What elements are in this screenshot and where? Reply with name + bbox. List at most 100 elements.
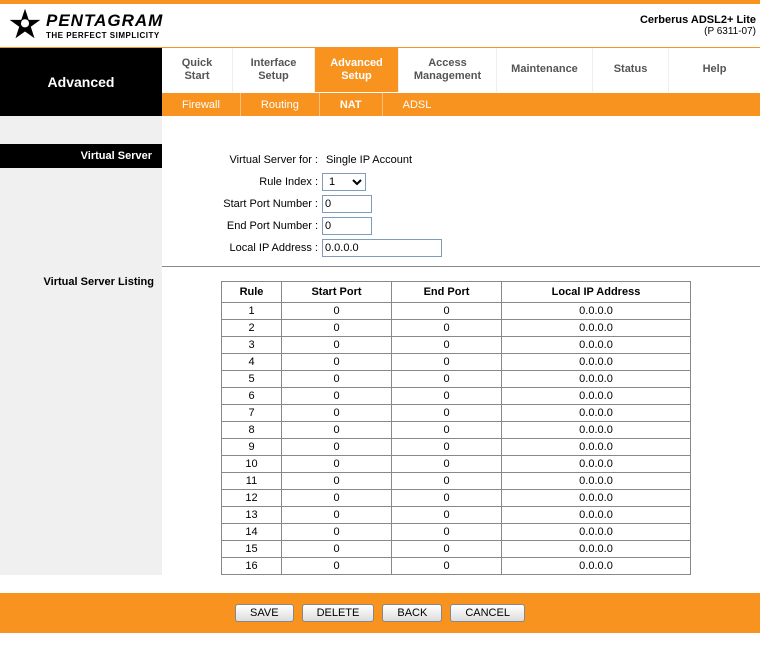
table-row: 8000.0.0.0 xyxy=(222,422,691,439)
device-info: Cerberus ADSL2+ Lite (P 6311-07) xyxy=(640,14,756,37)
tab-interface-setup[interactable]: InterfaceSetup xyxy=(232,48,314,92)
cell-start: 0 xyxy=(282,337,392,354)
end-port-label: End Port Number : xyxy=(182,220,322,232)
listing-heading: Virtual Server Listing xyxy=(0,272,162,292)
cell-rule: 7 xyxy=(222,405,282,422)
table-row: 7000.0.0.0 xyxy=(222,405,691,422)
end-port-input[interactable] xyxy=(322,217,372,235)
divider xyxy=(162,266,760,267)
cell-end: 0 xyxy=(392,541,502,558)
cell-ip: 0.0.0.0 xyxy=(502,490,691,507)
cell-end: 0 xyxy=(392,371,502,388)
device-name: Cerberus ADSL2+ Lite xyxy=(640,14,756,26)
local-ip-label: Local IP Address : xyxy=(182,242,322,254)
cell-start: 0 xyxy=(282,422,392,439)
tab-status[interactable]: Status xyxy=(592,48,668,92)
table-row: 4000.0.0.0 xyxy=(222,354,691,371)
cell-end: 0 xyxy=(392,303,502,320)
cell-end: 0 xyxy=(392,473,502,490)
cell-rule: 3 xyxy=(222,337,282,354)
main-tabs: QuickStart InterfaceSetup AdvancedSetup … xyxy=(162,48,760,92)
cell-rule: 6 xyxy=(222,388,282,405)
cell-start: 0 xyxy=(282,405,392,422)
cell-end: 0 xyxy=(392,388,502,405)
subtab-routing[interactable]: Routing xyxy=(241,93,320,117)
cell-end: 0 xyxy=(392,507,502,524)
cell-start: 0 xyxy=(282,473,392,490)
cell-end: 0 xyxy=(392,320,502,337)
cancel-button[interactable]: CANCEL xyxy=(450,604,525,622)
header-bar: PENTAGRAM THE PERFECT SIMPLICITY Cerberu… xyxy=(0,0,760,48)
delete-button[interactable]: DELETE xyxy=(302,604,375,622)
cell-ip: 0.0.0.0 xyxy=(502,388,691,405)
cell-ip: 0.0.0.0 xyxy=(502,354,691,371)
cell-rule: 8 xyxy=(222,422,282,439)
cell-ip: 0.0.0.0 xyxy=(502,558,691,575)
cell-rule: 15 xyxy=(222,541,282,558)
table-row: 15000.0.0.0 xyxy=(222,541,691,558)
sub-tabs: Firewall Routing NAT ADSL xyxy=(162,92,760,116)
table-row: 13000.0.0.0 xyxy=(222,507,691,524)
cell-start: 0 xyxy=(282,456,392,473)
section-heading: Virtual Server xyxy=(0,144,162,168)
brand-tagline: THE PERFECT SIMPLICITY xyxy=(46,31,163,40)
cell-start: 0 xyxy=(282,541,392,558)
cell-end: 0 xyxy=(392,439,502,456)
col-start-port: Start Port xyxy=(282,282,392,303)
cell-ip: 0.0.0.0 xyxy=(502,422,691,439)
cell-ip: 0.0.0.0 xyxy=(502,473,691,490)
cell-rule: 9 xyxy=(222,439,282,456)
logo-icon xyxy=(8,7,42,44)
cell-start: 0 xyxy=(282,524,392,541)
cell-start: 0 xyxy=(282,558,392,575)
brand: PENTAGRAM THE PERFECT SIMPLICITY xyxy=(8,7,163,44)
rule-index-select[interactable]: 1 xyxy=(322,173,366,191)
start-port-input[interactable] xyxy=(322,195,372,213)
brand-name: PENTAGRAM xyxy=(46,11,163,31)
subtab-nat[interactable]: NAT xyxy=(320,93,383,117)
cell-ip: 0.0.0.0 xyxy=(502,524,691,541)
cell-rule: 16 xyxy=(222,558,282,575)
subtab-adsl[interactable]: ADSL xyxy=(383,93,452,117)
cell-end: 0 xyxy=(392,422,502,439)
table-row: 14000.0.0.0 xyxy=(222,524,691,541)
device-model: (P 6311-07) xyxy=(640,26,756,37)
cell-ip: 0.0.0.0 xyxy=(502,405,691,422)
cell-start: 0 xyxy=(282,371,392,388)
cell-ip: 0.0.0.0 xyxy=(502,541,691,558)
virtual-server-table: Rule Start Port End Port Local IP Addres… xyxy=(221,281,691,575)
cell-start: 0 xyxy=(282,507,392,524)
cell-end: 0 xyxy=(392,558,502,575)
cell-ip: 0.0.0.0 xyxy=(502,439,691,456)
table-header-row: Rule Start Port End Port Local IP Addres… xyxy=(222,282,691,303)
table-row: 5000.0.0.0 xyxy=(222,371,691,388)
save-button[interactable]: SAVE xyxy=(235,604,294,622)
tab-access-management[interactable]: AccessManagement xyxy=(398,48,496,92)
tab-maintenance[interactable]: Maintenance xyxy=(496,48,592,92)
table-row: 9000.0.0.0 xyxy=(222,439,691,456)
table-row: 1000.0.0.0 xyxy=(222,303,691,320)
cell-rule: 11 xyxy=(222,473,282,490)
cell-ip: 0.0.0.0 xyxy=(502,320,691,337)
cell-end: 0 xyxy=(392,524,502,541)
nav-title: Advanced xyxy=(0,48,162,116)
tab-advanced-setup[interactable]: AdvancedSetup xyxy=(314,48,398,92)
cell-start: 0 xyxy=(282,320,392,337)
table-row: 10000.0.0.0 xyxy=(222,456,691,473)
cell-start: 0 xyxy=(282,439,392,456)
rule-index-label: Rule Index : xyxy=(182,176,322,188)
cell-end: 0 xyxy=(392,337,502,354)
cell-ip: 0.0.0.0 xyxy=(502,303,691,320)
cell-start: 0 xyxy=(282,388,392,405)
cell-start: 0 xyxy=(282,490,392,507)
local-ip-input[interactable] xyxy=(322,239,442,257)
tab-help[interactable]: Help xyxy=(668,48,760,92)
col-end-port: End Port xyxy=(392,282,502,303)
back-button[interactable]: BACK xyxy=(382,604,442,622)
tab-quick-start[interactable]: QuickStart xyxy=(162,48,232,92)
subtab-firewall[interactable]: Firewall xyxy=(162,93,241,117)
cell-rule: 14 xyxy=(222,524,282,541)
cell-start: 0 xyxy=(282,303,392,320)
table-row: 3000.0.0.0 xyxy=(222,337,691,354)
cell-rule: 2 xyxy=(222,320,282,337)
